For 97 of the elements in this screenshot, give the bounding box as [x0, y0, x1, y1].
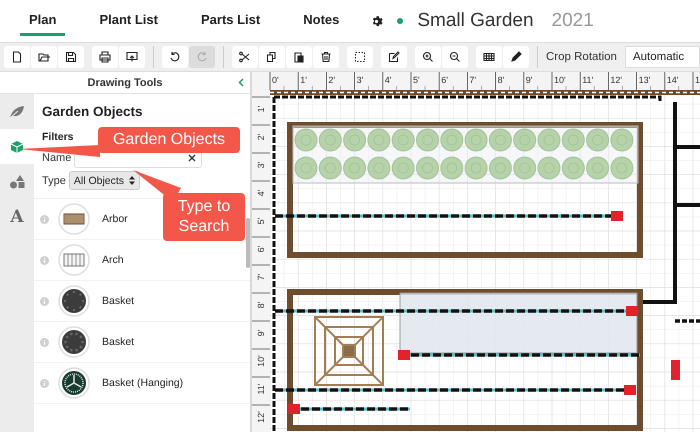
ruler-label: 2'	[256, 134, 266, 140]
ruler-label: 7'	[469, 75, 476, 85]
ruler-label: 1'	[300, 75, 307, 85]
ruler-label: 2'	[328, 75, 336, 85]
export-icon	[126, 51, 138, 63]
type-select[interactable]: All Objects	[68, 171, 140, 190]
nav-tab[interactable]: Plant List	[90, 6, 167, 36]
crop-rotation-select[interactable]: Automatic	[624, 46, 700, 68]
panel-title: Drawing Tools	[88, 76, 162, 88]
zoom-in-icon	[422, 51, 434, 63]
ruler-label: 6'	[441, 75, 448, 85]
filters-label: Filters	[42, 131, 74, 143]
shapes-icon	[9, 174, 25, 189]
scrollbar[interactable]	[246, 218, 250, 268]
edit-icon	[388, 51, 400, 63]
select-button[interactable]	[347, 46, 373, 68]
cut-button[interactable]	[232, 46, 258, 68]
ruler-label: 6'	[256, 246, 266, 252]
leaf-icon	[9, 104, 25, 118]
zoom-out-button[interactable]	[442, 46, 468, 68]
ruler-label: 4'	[384, 75, 392, 85]
save-icon	[65, 51, 77, 63]
pencil-icon	[510, 51, 522, 63]
ruler-label: 1'	[256, 106, 266, 112]
grid-button[interactable]	[476, 46, 502, 68]
copy-icon	[266, 51, 278, 63]
sort-caret-icon	[129, 176, 136, 185]
object-list-item[interactable]: Basket (Hanging)	[34, 363, 250, 404]
print-icon	[99, 51, 111, 63]
open-file-button[interactable]	[31, 46, 57, 68]
cube-icon	[10, 140, 24, 154]
ruler-label: 5'	[256, 218, 266, 224]
nav-tab[interactable]: Parts List	[192, 6, 270, 36]
paste-button[interactable]	[286, 46, 312, 68]
fence-thumbnail-icon	[58, 203, 90, 235]
edit-button[interactable]	[381, 46, 407, 68]
delete-button[interactable]	[313, 46, 339, 68]
object-list-item[interactable]: Basket	[34, 322, 250, 363]
ruler-label: 10'	[256, 355, 266, 367]
ruler-label: 1	[695, 75, 700, 85]
collapse-chevron-icon[interactable]	[238, 78, 244, 87]
print-button[interactable]	[92, 46, 118, 68]
name-label: Name	[42, 152, 72, 164]
basket-thumbnail-icon	[58, 367, 90, 399]
open-file-icon	[38, 51, 50, 63]
cube-tool-tab[interactable]	[0, 129, 34, 164]
delete-icon	[320, 51, 332, 63]
ruler-label: 3'	[256, 162, 266, 168]
arbor-drawing	[314, 316, 384, 386]
zoom-out-icon	[449, 51, 461, 63]
crop-rotation-label: Crop Rotation	[546, 51, 617, 63]
ruler-label: 0'	[272, 75, 279, 85]
export-button[interactable]	[119, 46, 145, 68]
undo-icon	[169, 51, 181, 63]
new-file-icon	[11, 51, 23, 63]
ruler-label: 12'	[610, 75, 622, 85]
ruler-label: 9'	[526, 75, 533, 85]
section-heading: Garden Objects	[42, 104, 144, 119]
ruler-label: 13'	[638, 75, 650, 85]
copy-button[interactable]	[259, 46, 285, 68]
zoom-in-button[interactable]	[415, 46, 441, 68]
cut-icon	[239, 51, 251, 63]
ruler-label: 14'	[666, 75, 679, 85]
nav-tab[interactable]: Plan	[20, 6, 66, 36]
ruler-label: 4'	[256, 190, 266, 196]
grid-icon	[483, 51, 495, 63]
paste-icon	[293, 51, 305, 63]
callout-label: Garden Objects	[98, 127, 240, 153]
ruler-label: 12'	[256, 411, 266, 423]
clear-icon[interactable]	[188, 154, 196, 162]
status-dot-icon	[397, 18, 404, 24]
ruler-label: 8'	[498, 75, 504, 85]
settings-icon[interactable]	[370, 14, 384, 28]
project-name: Small Garden	[417, 10, 534, 32]
new-file-button[interactable]	[4, 46, 30, 68]
select-icon	[354, 51, 366, 63]
ruler-label: 3'	[356, 75, 364, 85]
save-button[interactable]	[58, 46, 84, 68]
callout-label: Type to Search	[163, 193, 245, 241]
pencil-button[interactable]	[503, 46, 529, 68]
valve-icon	[671, 360, 680, 380]
type-label: Type	[42, 174, 66, 186]
ruler-label: 11'	[582, 75, 594, 85]
ruler-label: 9'	[256, 330, 266, 336]
basket-thumbnail-icon	[58, 285, 90, 317]
object-list-item[interactable]: Basket	[34, 281, 250, 322]
ruler-label: 11'	[256, 383, 266, 395]
ruler-label: 5'	[413, 75, 420, 85]
ruler-label: 7'	[256, 274, 266, 280]
basket-thumbnail-icon	[58, 326, 90, 358]
project-year: 2021	[552, 10, 594, 32]
ruler-label: 8'	[256, 302, 266, 308]
undo-button[interactable]	[162, 46, 188, 68]
arch-thumbnail-icon	[58, 244, 90, 276]
redo-icon	[196, 51, 208, 63]
ruler-label: 10'	[554, 75, 566, 85]
nav-tab[interactable]: Notes	[294, 6, 348, 36]
